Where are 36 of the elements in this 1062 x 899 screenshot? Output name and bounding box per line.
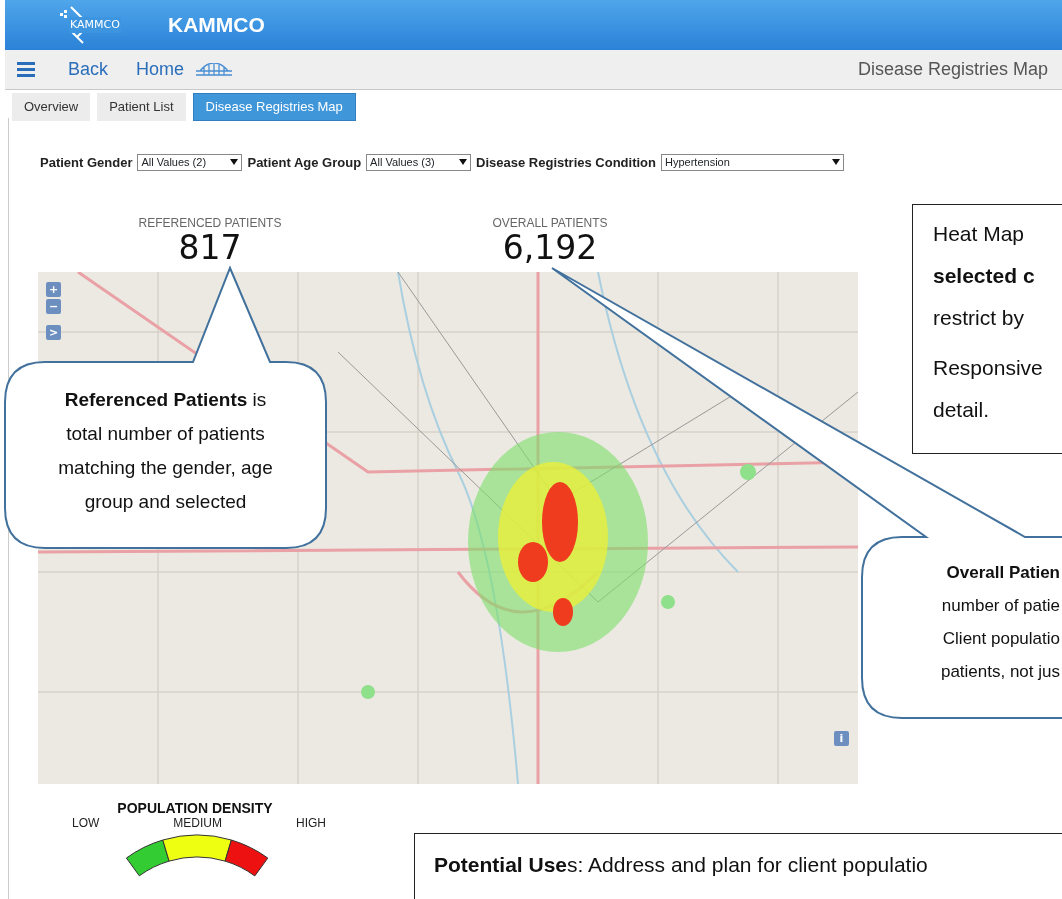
dropdown[interactable]: Hypertension (661, 153, 844, 171)
stat-label: REFERENCED PATIENTS (138, 216, 282, 230)
menu-icon[interactable] (17, 62, 35, 77)
filter-label: Disease Registries Condition (476, 153, 656, 172)
map-control-button[interactable]: > (46, 325, 61, 340)
scale-label: MEDIUM (173, 816, 222, 830)
caret-icon (230, 159, 239, 166)
home-link[interactable]: Home (136, 56, 185, 83)
filter-label: Patient Gender (40, 153, 133, 172)
bridge-icon (196, 62, 233, 77)
filter-label: Patient Age Group (247, 153, 362, 172)
caret-icon (459, 159, 468, 166)
back-link[interactable]: Back (68, 56, 109, 83)
caret-icon (832, 159, 840, 166)
scale-label: HIGH (296, 816, 326, 830)
map-control-button[interactable]: i (834, 731, 849, 746)
stat-label: OVERALL PATIENTS (492, 216, 608, 230)
dropdown[interactable]: All Values (3) (366, 153, 472, 171)
tab[interactable]: Overview (12, 93, 91, 121)
stat-value: 6,192 (502, 230, 598, 266)
dropdown[interactable]: All Values (2) (137, 153, 243, 171)
page-title: Disease Registries Map (857, 58, 1048, 81)
note-text: Responsive detail. (933, 355, 1044, 423)
note-text: Potential Uses: Address and plan for client populatio (434, 852, 929, 878)
legend-title: POPULATION DENSITY (116, 800, 274, 816)
app-title: KAMMCO (168, 12, 265, 39)
tab[interactable]: Disease Registries Map (192, 93, 356, 121)
stat-value: 817 (178, 230, 242, 266)
map-control-button[interactable]: + (46, 282, 61, 297)
logo: KAMMCO (55, 3, 135, 47)
callout-text: Overall Patien number of patie Client populatio patients, not jus (939, 562, 1060, 683)
map-control-button[interactable]: − (46, 299, 61, 314)
scale-label: LOW (72, 816, 100, 830)
callout-text: Referenced Patients is total number of patients matching the gender, age group and selected (57, 388, 274, 514)
tab[interactable]: Patient List (97, 93, 186, 121)
note-text: Heat Map selected c restrict by (933, 221, 1036, 331)
